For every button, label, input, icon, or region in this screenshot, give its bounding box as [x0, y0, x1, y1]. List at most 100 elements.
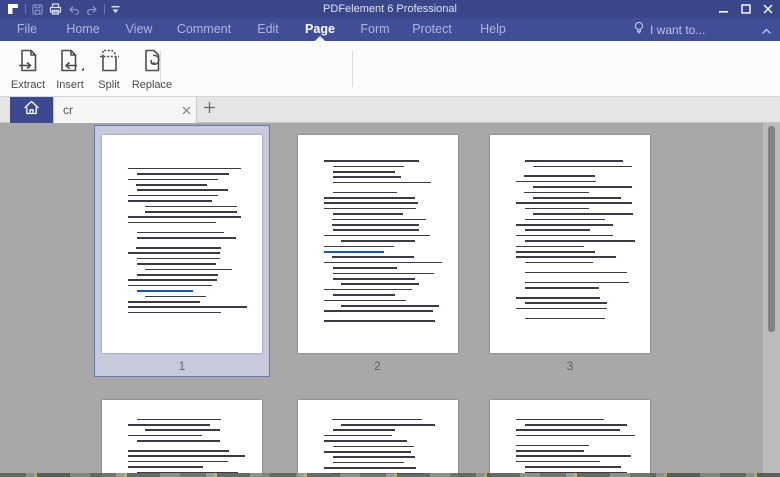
menu-item-comment[interactable]: Comment	[177, 18, 231, 41]
home-icon	[23, 100, 40, 120]
menu-item-view[interactable]: View	[126, 18, 153, 41]
page-thumbnail-3[interactable]	[490, 135, 650, 353]
app-window: PDFelement 6 Professional File Home View Co…	[0, 0, 780, 477]
thumbnail-text-line	[137, 263, 217, 265]
thumbnail-text-line	[323, 261, 443, 264]
menu-item-help[interactable]: Help	[480, 18, 506, 41]
thumbnail-text-line	[137, 231, 224, 234]
home-tab-button[interactable]	[10, 97, 53, 123]
thumbnail-text-line	[128, 167, 242, 170]
menu-item-file[interactable]: File	[17, 18, 37, 41]
save-icon[interactable]	[32, 3, 43, 15]
toolbar-divider	[160, 51, 161, 87]
thumbnail-text-line	[516, 256, 616, 259]
thumbnail-text-line	[340, 423, 436, 426]
menu-item-edit[interactable]: Edit	[257, 18, 279, 41]
thumbnail-text-line	[323, 299, 406, 302]
thumbnail-text-line	[516, 444, 590, 447]
thumbnail-text-line	[516, 455, 632, 458]
customize-toolbar-dropdown-icon[interactable]	[111, 5, 120, 14]
thumbnail-text-line	[128, 466, 204, 468]
thumbnail-text-line	[516, 418, 605, 421]
insert-icon	[55, 47, 86, 79]
thumbnail-text-line	[516, 251, 595, 253]
thumbnail-text-line	[145, 295, 207, 298]
page-thumbnail-6[interactable]	[490, 400, 650, 477]
menu-item-home[interactable]: Home	[66, 18, 99, 41]
undo-icon[interactable]	[68, 4, 80, 15]
thumbnail-text-line	[533, 213, 634, 215]
thumbnail-text-line	[323, 440, 408, 442]
thumbnail-text-line	[137, 440, 220, 442]
thumbnail-text-line	[516, 429, 620, 431]
chevron-up-icon[interactable]	[761, 22, 772, 40]
document-tab[interactable]: cr	[53, 97, 197, 123]
thumbnail-text-line	[332, 181, 432, 184]
thumbnail-text-line	[516, 307, 608, 310]
redo-icon[interactable]	[86, 4, 98, 15]
thumbnail-text-line	[128, 434, 202, 437]
thumbnail-text-line	[332, 461, 405, 464]
quick-access-toolbar	[0, 0, 120, 18]
minimize-button[interactable]	[717, 3, 730, 16]
i-want-to-button[interactable]: I want to...	[633, 18, 705, 41]
menu-item-form[interactable]: Form	[360, 18, 389, 41]
thumbnail-text-line	[323, 245, 395, 248]
thumbnail-text-line	[137, 273, 218, 276]
thumbnail-text-line	[128, 200, 213, 202]
insert-label: Insert	[56, 79, 84, 91]
thumbnail-link-line	[137, 290, 194, 292]
thumbnail-text-line	[525, 317, 606, 320]
close-button[interactable]	[761, 3, 774, 16]
split-button[interactable]: Split	[92, 47, 126, 91]
document-tabbar: cr	[0, 97, 780, 123]
thumbnail-text-line	[516, 224, 613, 226]
page-thumbnail-5[interactable]	[297, 400, 458, 477]
menu-item-protect[interactable]: Protect	[412, 18, 452, 41]
plus-icon	[203, 101, 216, 119]
thumbnail-text-line	[516, 460, 600, 463]
maximize-button[interactable]	[739, 3, 752, 16]
thumbnail-text-line	[323, 160, 419, 162]
thumbnail-text-line	[331, 224, 419, 226]
menubar: File Home View Comment Edit Page Form Protect He…	[0, 18, 780, 41]
thumbnail-text-line	[332, 445, 414, 448]
thumbnail-text-line	[323, 450, 411, 453]
thumbnail-text-line	[323, 288, 413, 291]
thumbnail-text-line	[340, 305, 440, 307]
extract-button[interactable]: Extract	[8, 47, 48, 91]
print-icon[interactable]	[49, 3, 62, 15]
thumbnail-text-line	[128, 300, 201, 303]
thumbnail-text-line	[332, 267, 398, 269]
thumbnail-text-line	[516, 234, 614, 237]
thumbnail-text-line	[525, 281, 629, 284]
page-thumbnail-2[interactable]	[297, 135, 458, 353]
scrollbar-thumb[interactable]	[768, 126, 775, 332]
thumbnail-text-line	[323, 434, 393, 437]
thumbnail-link-line	[323, 251, 385, 253]
close-icon[interactable]	[176, 100, 196, 120]
page-number-label: 1	[178, 359, 186, 373]
page-thumbnail-1[interactable]	[102, 135, 262, 353]
insert-button[interactable]: Insert	[50, 47, 90, 91]
thumbnail-text-line	[340, 283, 419, 286]
thumbnail-text-line	[332, 165, 404, 168]
thumbnail-text-line	[128, 221, 216, 224]
thumbnail-text-line	[323, 202, 418, 205]
window-controls	[717, 0, 774, 18]
new-tab-button[interactable]	[200, 101, 218, 119]
vertical-scrollbar[interactable]	[763, 123, 780, 477]
page-thumbnail-4[interactable]	[102, 400, 262, 477]
thumbnail-text-line	[332, 294, 396, 296]
thumbnail-text-line	[331, 218, 426, 221]
thumbnail-text-line	[332, 272, 435, 275]
thumbnail-text-line	[145, 210, 238, 213]
thumbnail-text-line	[516, 450, 585, 452]
thumbnail-text-line	[128, 450, 229, 452]
replace-button[interactable]: Replace	[128, 47, 176, 91]
thumbnail-text-line	[128, 252, 221, 254]
thumbnail-text-line	[128, 279, 218, 281]
replace-label: Replace	[131, 79, 173, 91]
toolbar-divider	[352, 51, 353, 87]
thumbnail-text-line	[332, 191, 397, 194]
